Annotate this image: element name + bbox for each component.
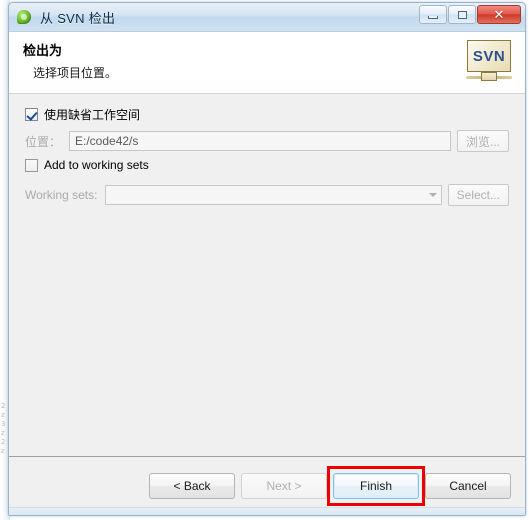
backdrop-artifact: z: [1, 429, 5, 437]
use-default-workspace-checkbox[interactable]: 使用缺省工作空间: [25, 106, 140, 123]
window-controls: ✕: [419, 5, 521, 24]
maximize-icon: [457, 10, 467, 19]
back-button[interactable]: < Back: [149, 473, 235, 499]
page-subtitle: 选择项目位置。: [33, 66, 118, 80]
use-default-workspace-row: 使用缺省工作空间: [25, 106, 140, 123]
add-to-working-sets-label: Add to working sets: [44, 158, 149, 172]
finish-button-group: Finish: [327, 466, 425, 506]
minimize-icon: [428, 15, 438, 19]
page-title: 检出为: [23, 43, 63, 58]
checkbox-checked-icon: [25, 108, 38, 121]
backdrop-artifact: z: [1, 411, 5, 419]
backdrop-artifact: 3: [1, 420, 6, 428]
svn-leaf-icon: [17, 9, 33, 25]
browse-button[interactable]: 浏览...: [456, 130, 509, 152]
backdrop-artifact: 2: [1, 402, 6, 410]
wizard-header: 检出为 选择项目位置。 SVN: [9, 32, 525, 94]
maximize-button[interactable]: [448, 5, 476, 24]
add-to-working-sets-checkbox[interactable]: Add to working sets: [25, 158, 149, 172]
dialog-button-bar: < Back Next > Finish Cancel: [9, 457, 525, 515]
window-bottom-strip: [9, 507, 525, 515]
checkout-dialog-window: 从 SVN 检出 ✕ 检出为 选择项目位置。 SVN 使用缺省工作空间 位置： …: [8, 2, 526, 516]
next-button: Next >: [241, 473, 327, 499]
location-value: E:/code42/s: [75, 134, 139, 148]
working-sets-combo[interactable]: [105, 185, 442, 205]
working-sets-row: Working sets: Select...: [25, 184, 509, 206]
window-title: 从 SVN 检出: [40, 10, 116, 26]
finish-button[interactable]: Finish: [333, 473, 419, 499]
location-label: 位置：: [25, 134, 62, 149]
checkbox-unchecked-icon: [25, 158, 38, 172]
close-button[interactable]: ✕: [477, 5, 521, 24]
minimize-button[interactable]: [419, 5, 447, 24]
working-sets-label: Working sets:: [25, 188, 98, 202]
use-default-workspace-label: 使用缺省工作空间: [44, 108, 141, 122]
location-row: 位置： E:/code42/s 浏览...: [25, 130, 509, 152]
location-input[interactable]: E:/code42/s: [69, 131, 451, 151]
add-to-working-sets-row: Add to working sets: [25, 158, 149, 172]
svn-banner-icon: SVN: [465, 40, 513, 86]
chevron-down-icon: [428, 193, 437, 197]
content-area: 使用缺省工作空间 位置： E:/code42/s 浏览... Add to wo…: [9, 94, 525, 456]
close-icon: ✕: [493, 7, 505, 22]
backdrop-artifact: z: [1, 447, 5, 455]
svn-banner-label: SVN: [472, 47, 506, 65]
title-bar[interactable]: 从 SVN 检出 ✕: [9, 3, 525, 32]
backdrop-artifact: 2: [1, 438, 6, 446]
cancel-button[interactable]: Cancel: [425, 473, 511, 499]
select-working-sets-button[interactable]: Select...: [447, 184, 509, 206]
